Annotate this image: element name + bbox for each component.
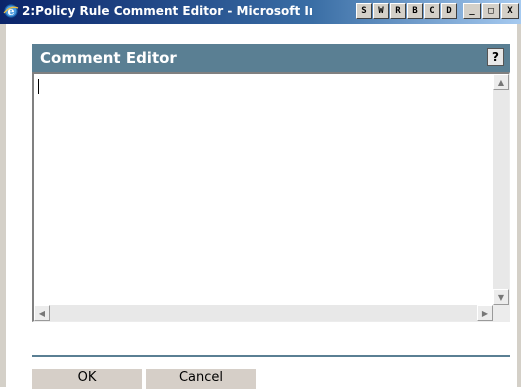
- scroll-left-button[interactable]: ◀: [34, 305, 50, 321]
- arrow-down-icon: ▼: [497, 292, 505, 302]
- tool-button-r[interactable]: R: [390, 3, 406, 19]
- ok-button[interactable]: OK: [32, 369, 144, 389]
- editor-header: Comment Editor ?: [32, 44, 510, 72]
- scroll-up-button[interactable]: ▲: [493, 74, 509, 90]
- vertical-scrollbar[interactable]: ▲ ▼: [493, 74, 509, 305]
- close-button[interactable]: X: [501, 3, 519, 19]
- comment-textarea[interactable]: ▲ ▼ ◀ ▶: [32, 72, 510, 322]
- window-frame-right: [517, 24, 521, 387]
- scrollbar-corner: [493, 305, 509, 321]
- scroll-right-button[interactable]: ▶: [477, 305, 493, 321]
- editor-title: Comment Editor: [40, 49, 177, 67]
- tool-button-b[interactable]: B: [407, 3, 423, 19]
- help-button[interactable]: ?: [487, 48, 504, 66]
- window-titlebar[interactable]: e 2:Policy Rule Comment Editor - Microso…: [0, 0, 521, 24]
- window-title: 2:Policy Rule Comment Editor - Microsoft…: [22, 4, 312, 18]
- tool-button-s[interactable]: S: [356, 3, 372, 19]
- tool-button-c[interactable]: C: [424, 3, 440, 19]
- arrow-right-icon: ▶: [481, 308, 489, 318]
- window-frame-left: [0, 24, 6, 387]
- internet-explorer-icon: e: [3, 4, 19, 18]
- cancel-button[interactable]: Cancel: [146, 369, 258, 389]
- tool-button-d[interactable]: D: [441, 3, 457, 19]
- arrow-up-icon: ▲: [497, 77, 505, 87]
- horizontal-scrollbar[interactable]: ◀ ▶: [34, 305, 493, 321]
- footer-divider: [32, 355, 510, 357]
- text-caret: [38, 79, 39, 94]
- minimize-button[interactable]: _: [463, 3, 481, 19]
- maximize-button[interactable]: □: [482, 3, 500, 19]
- arrow-left-icon: ◀: [38, 308, 46, 318]
- scroll-down-button[interactable]: ▼: [493, 289, 509, 305]
- tool-button-w[interactable]: W: [373, 3, 389, 19]
